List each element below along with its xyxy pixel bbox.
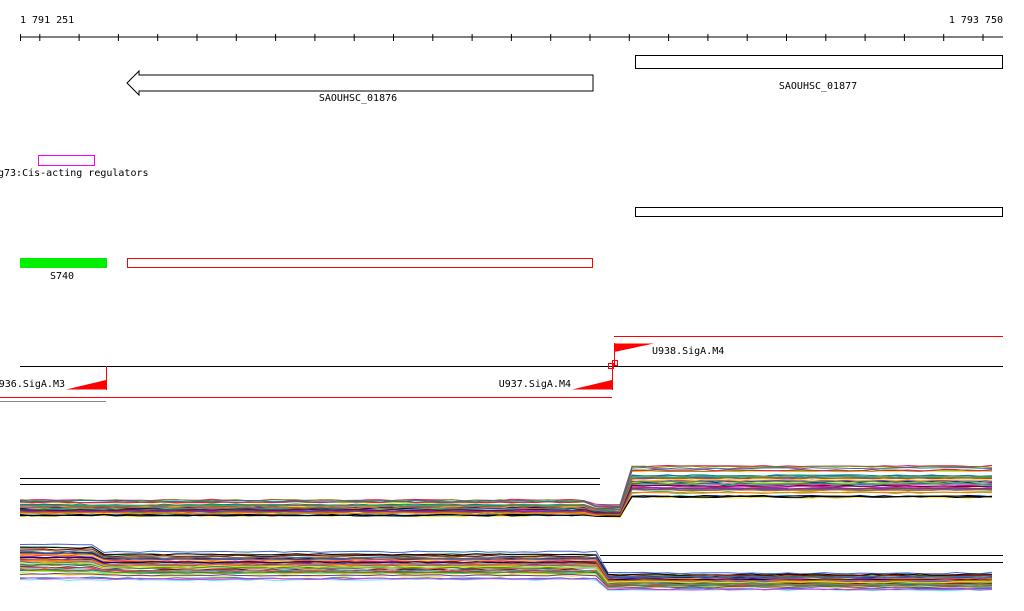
- feature-box[interactable]: [635, 207, 1003, 217]
- gene-saouhsc-01877[interactable]: SAOUHSC_01877: [635, 55, 1003, 93]
- coordinate-ruler: [20, 34, 1003, 41]
- promoter-label: U937.SigA.M4: [499, 379, 571, 390]
- cis-regulator-box[interactable]: [38, 155, 95, 166]
- gene-saouhsc-01876[interactable]: SAOUHSC_01876: [126, 69, 594, 104]
- expression-panel-1: [19, 464, 993, 519]
- promoter-label: 936.SigA.M3: [0, 379, 65, 390]
- cis-regulator-label: g73:Cis-acting regulators: [0, 168, 149, 179]
- promoter-track: 936.SigA.M3 U937.SigA.M4 U938.SigA.M4: [0, 336, 1003, 402]
- expression-panel-2: [19, 543, 1003, 592]
- promoter-u938[interactable]: U938.SigA.M4: [614, 343, 724, 366]
- promoter-label: U938.SigA.M4: [652, 346, 724, 357]
- promoter-triangle-icon: [572, 380, 612, 390]
- gene-arrow-left[interactable]: [126, 69, 594, 97]
- s740-feature[interactable]: [20, 258, 107, 268]
- red-feature-box[interactable]: [127, 258, 593, 268]
- expression-profile-line: [19, 466, 993, 508]
- ruler-start-label: 1 791 251: [20, 15, 74, 26]
- promoter-u937[interactable]: U937.SigA.M4: [499, 360, 618, 391]
- ruler-end-label: 1 793 750: [949, 15, 1003, 26]
- gene-label: SAOUHSC_01877: [779, 81, 857, 92]
- promoter-triangle-icon: [614, 343, 654, 352]
- genome-browser-canvas: 1 791 251 1 793 750 SAOUHSC_01876 SAOUHS…: [0, 15, 1003, 592]
- s740-label: S740: [50, 271, 74, 282]
- promoter-triangle-icon: [66, 380, 106, 390]
- promoter-936[interactable]: 936.SigA.M3: [0, 366, 107, 390]
- gene-box[interactable]: [635, 55, 1003, 69]
- gene-label: SAOUHSC_01876: [319, 93, 397, 104]
